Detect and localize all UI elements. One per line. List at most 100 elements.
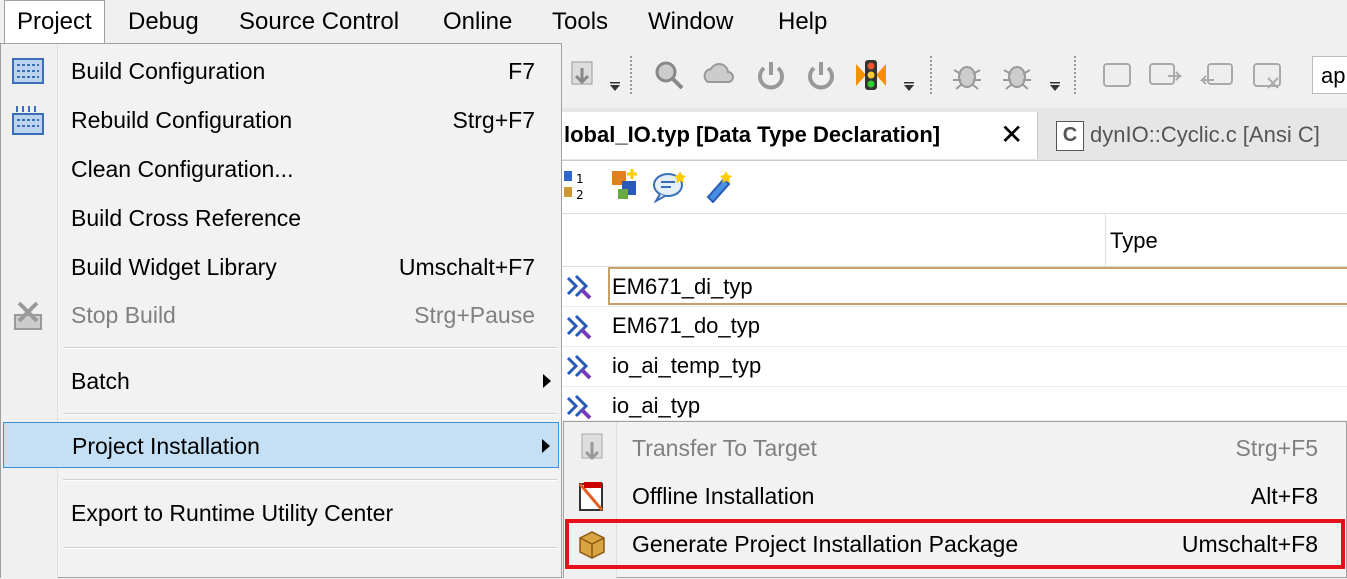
menu-item-shortcut: Strg+F7	[452, 107, 535, 133]
struct-type-icon	[566, 394, 592, 420]
stop-build-icon	[14, 301, 42, 330]
window-disabled-icon[interactable]	[1250, 58, 1284, 92]
tab-dynio-cyclic-c[interactable]: C dynIO::Cyclic.c [Ansi C]	[1046, 112, 1347, 159]
menu-item-batch[interactable]: Batch	[3, 358, 559, 404]
menu-item-label: Rebuild Configuration	[71, 107, 293, 133]
menu-item-label: Stop Build	[71, 302, 176, 328]
window-back-icon[interactable]	[1200, 58, 1234, 92]
menu-item-build-cross-reference[interactable]: Build Cross Reference	[3, 195, 559, 241]
menu-item-label: Transfer To Target	[632, 435, 817, 461]
menu-item-project-installation[interactable]: Project Installation	[3, 422, 559, 468]
menu-separator	[63, 347, 557, 349]
dropdown-arrow-icon[interactable]	[610, 82, 620, 92]
search-icon[interactable]	[652, 58, 686, 92]
menu-item-shortcut: Strg+F5	[1235, 435, 1318, 461]
project-menu: Build Configuration F7 Rebuild Configura…	[0, 43, 562, 579]
offline-install-icon	[578, 482, 604, 511]
toolbar-separator	[1074, 56, 1078, 94]
c-file-icon: C	[1056, 121, 1084, 151]
type-name: EM671_do_typ	[612, 313, 760, 338]
menubar: Project Debug Source Control Online Tool…	[0, 0, 1347, 44]
configuration-combo[interactable]: ap	[1312, 56, 1347, 94]
column-type[interactable]: Type	[1105, 214, 1158, 266]
build-icon	[12, 58, 44, 84]
svg-text:1: 1	[576, 172, 584, 186]
window-icon[interactable]	[1100, 58, 1134, 92]
menu-project[interactable]: Project	[4, 0, 105, 44]
tab-label: lobal_IO.typ [Data Type Declaration]	[564, 122, 941, 147]
menu-item-shortcut: Umschalt+F7	[398, 254, 535, 280]
menu-item-label: Build Widget Library	[71, 254, 277, 280]
rebuild-icon	[12, 106, 44, 135]
menu-item-shortcut: Alt+F8	[1250, 483, 1318, 509]
tab-label: dynIO::Cyclic.c [Ansi C]	[1090, 122, 1320, 147]
menu-item-generate-installation-package[interactable]: Generate Project Installation Package Um…	[565, 519, 1345, 569]
tab-global-io-typ[interactable]: lobal_IO.typ [Data Type Declaration] ✕	[560, 112, 1038, 159]
type-name: io_ai_temp_typ	[612, 353, 762, 378]
download-icon[interactable]	[566, 58, 600, 92]
menu-help[interactable]: Help	[766, 0, 839, 44]
struct-type-icon	[566, 354, 592, 380]
close-icon[interactable]: ✕	[1000, 112, 1023, 158]
comment-icon[interactable]	[652, 167, 688, 203]
add-item-icon[interactable]	[610, 167, 644, 203]
package-icon	[579, 531, 605, 559]
link-icon[interactable]	[702, 169, 734, 203]
menu-item-shortcut: Umschalt+F8	[1181, 531, 1318, 557]
menu-item-label: Clean Configuration...	[71, 156, 294, 182]
bug-icon[interactable]	[950, 58, 984, 92]
menu-separator	[63, 413, 557, 415]
table-header: Type	[560, 213, 1347, 267]
struct-type-icon	[566, 314, 592, 340]
editor-toolbar: 12	[560, 161, 1347, 213]
menu-item-label: Generate Project Installation Package	[632, 531, 1019, 557]
menu-debug[interactable]: Debug	[116, 0, 211, 44]
menu-online[interactable]: Online	[431, 0, 524, 44]
struct-type-icon	[566, 274, 592, 300]
menu-item-export-runtime-utility-center[interactable]: Export to Runtime Utility Center	[3, 490, 559, 536]
menu-item-stop-build[interactable]: Stop Build Strg+Pause	[3, 292, 559, 338]
menu-tools[interactable]: Tools	[540, 0, 620, 44]
menu-item-build-configuration[interactable]: Build Configuration F7	[3, 48, 559, 94]
menu-source-control[interactable]: Source Control	[227, 0, 411, 44]
type-name[interactable]: EM671_di_typ	[608, 267, 1347, 305]
editor-tabs: lobal_IO.typ [Data Type Declaration] ✕ C…	[560, 108, 1347, 161]
traffic-light-icon[interactable]	[854, 58, 888, 92]
project-installation-submenu: Transfer To Target Strg+F5 Offline Insta…	[563, 421, 1347, 579]
table-row[interactable]: EM671_do_typ	[560, 306, 1347, 347]
menu-item-transfer-to-target[interactable]: Transfer To Target Strg+F5	[566, 424, 1344, 472]
menu-item-shortcut: F7	[508, 58, 535, 84]
menu-item-shortcut: Strg+Pause	[414, 302, 535, 328]
dropdown-arrow-icon[interactable]	[1050, 82, 1060, 92]
menu-item-label: Offline Installation	[632, 483, 815, 509]
power-off-icon[interactable]	[804, 58, 838, 92]
cloud-icon[interactable]	[702, 58, 736, 92]
data-type-table: Type EM671_di_typ EM671_do_typ io_ai_tem…	[560, 213, 1347, 427]
menu-item-label: Batch	[71, 368, 130, 394]
menu-item-clean-configuration[interactable]: Clean Configuration...	[3, 146, 559, 192]
menu-item-label: Project Installation	[72, 433, 260, 459]
type-name: io_ai_typ	[612, 393, 701, 418]
dropdown-arrow-icon[interactable]	[904, 82, 914, 92]
toolbar-separator	[630, 56, 634, 94]
submenu-arrow-icon	[543, 374, 551, 388]
menu-item-label: Build Cross Reference	[71, 205, 302, 231]
menu-item-label: Build Configuration	[71, 58, 266, 84]
power-icon[interactable]	[754, 58, 788, 92]
window-arrow-icon[interactable]	[1148, 58, 1182, 92]
table-row[interactable]: EM671_di_typ	[560, 266, 1347, 307]
transfer-icon	[581, 433, 603, 461]
table-row[interactable]: io_ai_temp_typ	[560, 346, 1347, 387]
toolbar-separator	[930, 56, 934, 94]
menu-window[interactable]: Window	[636, 0, 745, 44]
menu-item-offline-installation[interactable]: Offline Installation Alt+F8	[566, 472, 1344, 520]
menu-item-label: Export to Runtime Utility Center	[71, 500, 394, 526]
svg-text:2: 2	[576, 188, 584, 202]
toolbar: ap	[560, 44, 1347, 108]
menu-item-build-widget-library[interactable]: Build Widget Library Umschalt+F7	[3, 244, 559, 290]
menu-item-rebuild-configuration[interactable]: Rebuild Configuration Strg+F7	[3, 97, 559, 143]
bug-step-icon[interactable]	[1000, 58, 1034, 92]
numbering-icon[interactable]: 12	[564, 169, 594, 203]
menu-separator	[63, 547, 557, 549]
submenu-arrow-icon	[542, 439, 550, 453]
